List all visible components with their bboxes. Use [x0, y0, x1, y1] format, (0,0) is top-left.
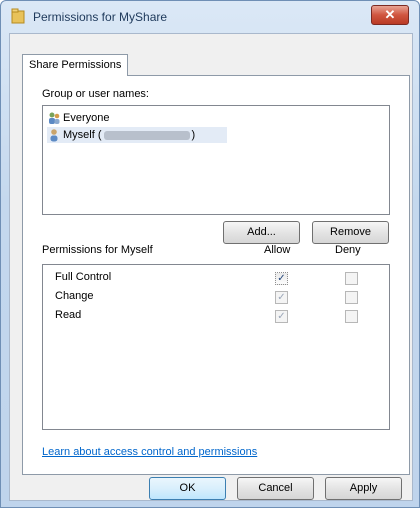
permission-row-read: Read ✓ — [43, 307, 389, 325]
permissions-dialog: Permissions for MyShare ✕ Share Permissi… — [0, 0, 420, 508]
folder-icon — [11, 8, 25, 24]
permission-row-change: Change ✓ — [43, 288, 389, 306]
close-icon: ✕ — [384, 7, 396, 22]
deny-change-checkbox[interactable] — [345, 291, 358, 304]
permissions-heading: Permissions for Myself — [42, 244, 153, 256]
close-button[interactable]: ✕ — [371, 5, 409, 25]
permission-name: Read — [55, 309, 82, 321]
access-control-help-link[interactable]: Learn about access control and permissio… — [42, 446, 257, 458]
allow-full-control-checkbox[interactable]: ✓ — [275, 272, 288, 285]
ok-button[interactable]: OK — [149, 477, 226, 500]
list-item-myself[interactable]: Myself () — [47, 127, 227, 143]
title-bar[interactable]: Permissions for MyShare ✕ — [1, 1, 419, 31]
users-icon — [49, 112, 60, 124]
dialog-client-area: Share Permissions Group or user names: E… — [9, 33, 413, 501]
redacted-account-name — [103, 130, 190, 140]
permission-row-full-control: Full Control ✓ — [43, 269, 389, 287]
window-title: Permissions for MyShare — [33, 10, 168, 24]
allow-read-checkbox[interactable]: ✓ — [275, 310, 288, 323]
deny-read-checkbox[interactable] — [345, 310, 358, 323]
tab-share-permissions[interactable]: Share Permissions — [22, 54, 129, 76]
principal-name: Everyone — [63, 112, 110, 124]
add-button[interactable]: Add... — [223, 221, 300, 244]
deny-full-control-checkbox[interactable] — [345, 272, 358, 285]
allow-column-header: Allow — [264, 244, 291, 256]
group-or-user-names-label: Group or user names: — [42, 88, 149, 100]
permission-name: Change — [55, 290, 94, 302]
list-item-everyone[interactable]: Everyone — [47, 110, 227, 126]
user-icon — [50, 129, 58, 142]
apply-button[interactable]: Apply — [325, 477, 402, 500]
permissions-list: Full Control ✓ Change ✓ Read ✓ — [42, 264, 390, 430]
allow-change-checkbox[interactable]: ✓ — [275, 291, 288, 304]
principal-name-suffix: ) — [191, 129, 196, 141]
remove-button[interactable]: Remove — [312, 221, 389, 244]
tab-panel: Group or user names: Everyone Myself ()… — [22, 75, 410, 475]
deny-column-header: Deny — [335, 244, 361, 256]
cancel-button[interactable]: Cancel — [237, 477, 314, 500]
principal-name: Myself ( — [63, 129, 102, 141]
group-user-list[interactable]: Everyone Myself () — [42, 105, 390, 215]
permission-name: Full Control — [55, 271, 112, 283]
